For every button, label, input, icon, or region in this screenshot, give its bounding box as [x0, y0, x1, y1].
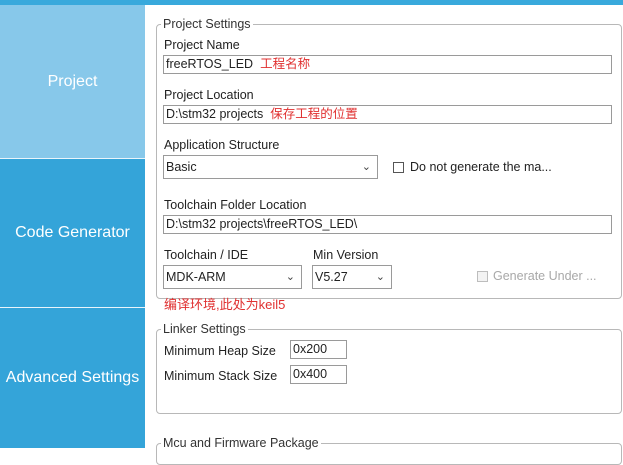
- min-heap-value: 0x200: [293, 342, 328, 356]
- application-structure-select[interactable]: Basic ⌄: [163, 155, 378, 179]
- project-location-input[interactable]: D:\stm32 projects 保存工程的位置: [163, 105, 612, 124]
- sidebar-tab-label: Advanced Settings: [5, 369, 140, 386]
- toolchain-ide-value: MDK-ARM: [166, 270, 226, 284]
- min-heap-label: Minimum Heap Size: [164, 344, 276, 358]
- sidebar-tab-advanced-settings[interactable]: Advanced Settings: [0, 308, 145, 448]
- sidebar-tab-label: Code Generator: [15, 224, 130, 241]
- toolchain-folder-input[interactable]: D:\stm32 projects\freeRTOS_LED\: [163, 215, 612, 234]
- min-heap-input[interactable]: 0x200: [290, 340, 347, 359]
- linker-settings-title: Linker Settings: [161, 321, 248, 337]
- project-location-annotation: 保存工程的位置: [270, 107, 358, 121]
- min-version-select[interactable]: V5.27 ⌄: [312, 265, 392, 289]
- project-name-input[interactable]: freeRTOS_LED 工程名称: [163, 55, 612, 74]
- min-stack-value: 0x400: [293, 367, 328, 381]
- project-settings-title: Project Settings: [161, 16, 253, 32]
- toolchain-folder-label: Toolchain Folder Location: [164, 198, 307, 212]
- application-structure-value: Basic: [166, 160, 197, 174]
- sidebar-tab-code-generator[interactable]: Code Generator: [0, 159, 145, 307]
- project-name-annotation: 工程名称: [260, 57, 311, 71]
- toolchain-ide-select[interactable]: MDK-ARM ⌄: [163, 265, 302, 289]
- min-version-label: Min Version: [313, 248, 379, 262]
- mcu-firmware-group: Mcu and Firmware Package: [156, 435, 622, 465]
- min-stack-label: Minimum Stack Size: [164, 369, 278, 383]
- do-not-generate-label: Do not generate the ma...: [410, 160, 552, 174]
- sidebar: Project Code Generator Advanced Settings: [0, 5, 145, 448]
- project-name-value: freeRTOS_LED: [166, 57, 254, 71]
- project-location-value: D:\stm32 projects: [166, 107, 264, 121]
- sidebar-tab-project[interactable]: Project: [0, 5, 145, 158]
- mcu-firmware-title: Mcu and Firmware Package: [161, 435, 321, 451]
- toolchain-ide-label: Toolchain / IDE: [164, 248, 249, 262]
- generate-under-label: Generate Under ...: [493, 269, 597, 283]
- generate-under-checkbox[interactable]: [477, 271, 488, 282]
- application-structure-label: Application Structure: [164, 138, 280, 152]
- project-name-label: Project Name: [164, 38, 240, 52]
- chevron-down-icon: ⌄: [285, 271, 295, 283]
- toolchain-annotation: 编译环境,此处为keil5: [164, 297, 286, 312]
- project-location-label: Project Location: [164, 88, 254, 102]
- min-version-value: V5.27: [315, 270, 348, 284]
- toolchain-folder-value: D:\stm32 projects\freeRTOS_LED\: [166, 217, 358, 231]
- chevron-down-icon: ⌄: [375, 271, 385, 283]
- min-stack-input[interactable]: 0x400: [290, 365, 347, 384]
- sidebar-tab-label: Project: [47, 72, 98, 90]
- do-not-generate-checkbox[interactable]: [393, 162, 404, 173]
- chevron-down-icon: ⌄: [361, 161, 371, 173]
